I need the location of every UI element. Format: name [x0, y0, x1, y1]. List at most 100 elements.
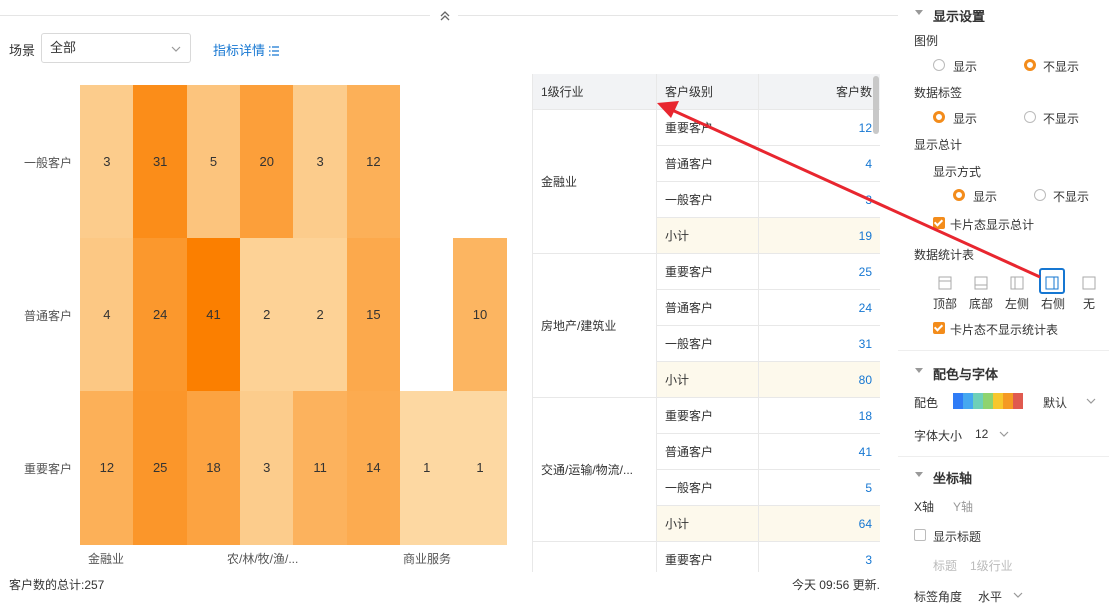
collapse-triangle-icon[interactable] — [915, 472, 923, 477]
layout-bottom-label: 底部 — [969, 297, 994, 311]
heatmap-cell: 14 — [346, 391, 401, 545]
heatmap-cell-value: 24 — [152, 307, 168, 323]
data-label-show-label: 显示 — [953, 112, 978, 126]
palette-swatch — [983, 393, 993, 409]
collapse-triangle-icon[interactable] — [915, 10, 923, 15]
chevron-down-icon[interactable] — [1013, 590, 1023, 600]
heatmap-cell-value: 4 — [103, 307, 111, 323]
table-count-cell[interactable]: 31 — [759, 326, 880, 362]
card-total-checkbox[interactable] — [933, 217, 945, 229]
heatmap-cell: 25 — [133, 391, 188, 545]
heatmap-x-tick-label: 金融业 — [88, 552, 125, 566]
header-industry[interactable]: 1级行业 — [533, 74, 657, 110]
layout-right-icon[interactable] — [1043, 274, 1061, 292]
table-industry-cell[interactable] — [533, 542, 657, 572]
heatmap-cell-value: 2 — [316, 307, 324, 323]
chevron-down-icon[interactable] — [999, 429, 1009, 439]
show-axis-title-checkbox[interactable] — [914, 529, 926, 541]
heatmap-cell: 41 — [186, 238, 241, 392]
header-count[interactable]: 客户数 — [759, 74, 880, 110]
scene-select[interactable]: 全部 — [41, 33, 191, 63]
double-chevron-up-icon[interactable] — [437, 8, 453, 24]
layout-bottom-icon[interactable] — [972, 274, 990, 292]
card-no-table-checkbox[interactable] — [933, 322, 945, 334]
heatmap-cell: 2 — [239, 238, 294, 392]
table-subtotal-value[interactable]: 19 — [759, 218, 880, 254]
palette-value[interactable]: 默认 — [1043, 394, 1067, 411]
heatmap-cell-value: 20 — [259, 154, 275, 170]
layout-none-icon[interactable] — [1080, 274, 1098, 292]
heatmap-row-label: 普通客户 — [23, 308, 72, 323]
axis-title[interactable]: 坐标轴 — [933, 468, 972, 487]
layout-none-label: 无 — [1083, 297, 1096, 311]
table-count-cell[interactable]: 3 — [759, 542, 880, 572]
table-level-cell: 一般客户 — [657, 182, 759, 218]
table-count-cell[interactable]: 12 — [759, 110, 880, 146]
heatmap-cell-value: 3 — [316, 154, 324, 170]
label-angle-label: 标签角度 — [914, 590, 963, 604]
table-count-cell[interactable]: 24 — [759, 290, 880, 326]
heatmap-cell-value: 18 — [206, 460, 221, 476]
collapse-triangle-icon[interactable] — [915, 368, 923, 373]
tab-x-axis[interactable]: X轴 — [914, 498, 934, 515]
header-level[interactable]: 客户级别 — [657, 74, 759, 110]
table-level-cell: 重要客户 — [657, 542, 759, 572]
heatmap-cell: 4 — [80, 238, 134, 392]
table-industry-cell[interactable]: 金融业 — [533, 110, 657, 254]
heatmap-cell: 20 — [239, 85, 294, 239]
legend-hide-radio[interactable] — [1024, 59, 1036, 71]
layout-top-icon[interactable] — [936, 274, 954, 292]
show-total-label: 显示总计 — [914, 138, 963, 152]
data-label-show-radio[interactable] — [933, 111, 945, 123]
table-header: 1级行业 客户级别 客户数 — [533, 74, 880, 110]
data-label-label: 数据标签 — [914, 86, 963, 100]
table-scrollbar[interactable] — [873, 76, 879, 134]
total-hide-label: 不显示 — [1053, 190, 1090, 204]
show-axis-title-label: 显示标题 — [933, 530, 982, 544]
table-level-cell: 重要客户 — [657, 110, 759, 146]
axis-title-input[interactable]: 1级行业 — [970, 557, 1013, 574]
heatmap-cell-value: 1 — [423, 460, 431, 476]
legend-show-label: 显示 — [953, 60, 978, 74]
table-industry-cell[interactable]: 交通/运输/物流/... — [533, 398, 657, 542]
display-settings-title[interactable]: 显示设置 — [933, 6, 985, 25]
total-hide-radio[interactable] — [1034, 189, 1046, 201]
card-total-label: 卡片态显示总计 — [950, 218, 1035, 232]
table-level-cell: 普通客户 — [657, 434, 759, 470]
color-font-title[interactable]: 配色与字体 — [933, 364, 998, 383]
tab-y-axis[interactable]: Y轴 — [953, 498, 973, 515]
table-count-cell[interactable]: 41 — [759, 434, 880, 470]
chevron-down-icon[interactable] — [1086, 396, 1096, 406]
palette-swatches[interactable] — [953, 393, 1023, 409]
legend-label: 图例 — [914, 34, 939, 48]
section-divider — [898, 456, 1109, 457]
heatmap-cell: 15 — [346, 238, 401, 392]
metric-details-label: 指标详情 — [213, 43, 266, 58]
heatmap-cell: 1 — [453, 391, 507, 545]
metric-details-link[interactable]: 指标详情 — [213, 40, 280, 59]
table-subtotal-value[interactable]: 80 — [759, 362, 880, 398]
table-count-cell[interactable]: 25 — [759, 254, 880, 290]
table-count-cell[interactable]: 18 — [759, 398, 880, 434]
total-show-radio[interactable] — [953, 189, 965, 201]
layout-left-icon[interactable] — [1008, 274, 1026, 292]
table-count-cell[interactable]: 5 — [759, 470, 880, 506]
table-level-cell: 重要客户 — [657, 254, 759, 290]
legend-show-radio[interactable] — [933, 59, 945, 71]
heatmap-cell: 2 — [293, 238, 347, 392]
data-label-hide-radio[interactable] — [1024, 111, 1036, 123]
table-count-cell[interactable]: 3 — [759, 182, 880, 218]
table-count-cell[interactable]: 4 — [759, 146, 880, 182]
font-size-label: 字体大小 — [914, 429, 963, 443]
scene-label: 场景 — [9, 43, 36, 58]
heatmap-cell-value: 12 — [99, 460, 115, 476]
heatmap-empty-cell — [399, 85, 454, 239]
label-angle-value[interactable]: 水平 — [978, 588, 1002, 605]
table-level-cell: 重要客户 — [657, 398, 759, 434]
font-size-value[interactable]: 12 — [975, 427, 988, 441]
table-industry-cell[interactable]: 房地产/建筑业 — [533, 254, 657, 398]
heatmap-cell-value: 11 — [313, 460, 327, 476]
layout-top-label: 顶部 — [933, 297, 958, 311]
table-level-cell: 一般客户 — [657, 326, 759, 362]
table-subtotal-value[interactable]: 64 — [759, 506, 880, 542]
